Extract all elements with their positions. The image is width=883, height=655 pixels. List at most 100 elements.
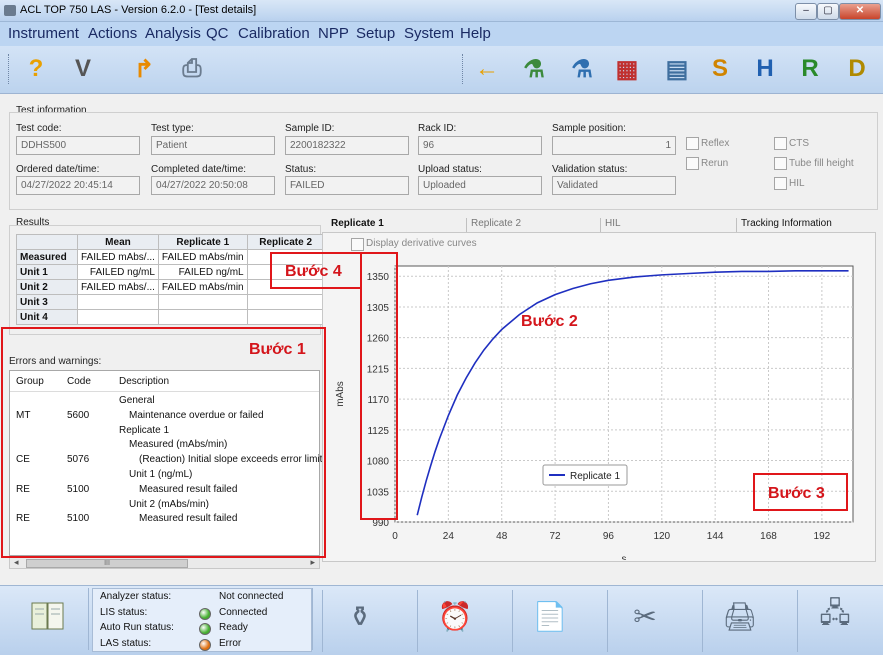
tab-replicate-1[interactable]: Replicate 1 <box>327 218 384 233</box>
row-label: Unit 3 <box>16 294 78 310</box>
label-validation-status: Validation status: <box>552 164 628 175</box>
x-tick-label: 192 <box>814 531 831 542</box>
table-row[interactable]: Unit 4 <box>16 309 325 325</box>
validate-icon[interactable]: V <box>66 52 100 86</box>
status-separator <box>312 588 313 650</box>
status-value: Not connected <box>219 591 284 602</box>
tab-tracking-information[interactable]: Tracking Information <box>736 218 832 233</box>
x-tick-label: 96 <box>603 531 615 542</box>
redo-arrow-icon[interactable]: ↱ <box>127 52 161 86</box>
menu-actions[interactable]: Actions <box>88 25 137 42</box>
results-header-replicate-1[interactable]: Replicate 1 <box>157 234 248 250</box>
checkbox-display-derivative-label: Display derivative curves <box>366 238 477 249</box>
field-sample-id[interactable]: 2200182322 <box>285 136 409 155</box>
d-tube-icon[interactable]: D <box>840 52 874 86</box>
status-led-icon <box>199 638 211 651</box>
x-tick-label: 144 <box>707 531 724 542</box>
x-tick-label: 24 <box>443 531 455 542</box>
menu-setup[interactable]: Setup <box>356 25 395 42</box>
menu-qc[interactable]: QC <box>206 25 229 42</box>
graph-icon[interactable]: ▦ <box>610 52 644 86</box>
results-header-row: Mean Replicate 1 Replicate 2 <box>16 234 325 250</box>
annotation-box-y-axis <box>360 252 398 520</box>
printer-icon[interactable]: ⎙ <box>175 52 209 86</box>
status-separator <box>797 590 798 652</box>
reaction-curve-chart: 0 24 48 72 96 120 144 168 1929901035108011251170… <box>335 265 854 560</box>
results-header-mean[interactable]: Mean <box>77 234 159 250</box>
checkbox-cts-label: CTS <box>789 138 809 149</box>
printer-tray-icon[interactable]: 🖨 <box>720 596 760 636</box>
status-separator <box>607 590 608 652</box>
status-value: Error <box>219 637 242 649</box>
menu-help[interactable]: Help <box>460 25 491 42</box>
field-sample-position[interactable]: 1 <box>552 136 676 155</box>
tab-hil[interactable]: HIL <box>600 218 621 233</box>
checkbox-hil[interactable] <box>774 177 787 190</box>
checkbox-reflex[interactable] <box>686 137 699 150</box>
close-button[interactable]: ✕ <box>839 3 881 20</box>
cell-replicate-1: FAILED mAbs/min <box>157 279 248 295</box>
status-value: Ready <box>219 622 248 633</box>
help-icon[interactable]: ? <box>19 52 53 86</box>
label-test-code: Test code: <box>16 123 62 134</box>
annotation-box-step-1 <box>1 327 326 558</box>
report-sheet-icon[interactable]: 📄 <box>530 596 570 636</box>
restore-button[interactable]: ▢ <box>817 3 839 20</box>
r-tube-icon[interactable]: R <box>793 52 827 86</box>
status-label: Auto Run status: <box>100 622 174 633</box>
rerun-sample-icon[interactable]: ⚗ <box>565 52 599 86</box>
cell-mean: FAILED mAbs/... <box>77 279 159 295</box>
label-ordered-datetime: Ordered date/time: <box>16 164 100 175</box>
reagent-bottle-icon[interactable]: ⚱ <box>340 596 380 636</box>
scroll-thumb[interactable]: III <box>26 559 188 568</box>
status-separator <box>417 590 418 652</box>
maintenance-alarm-icon[interactable]: ⏰ <box>435 596 475 636</box>
network-computer-icon[interactable]: 🖧 <box>815 596 855 636</box>
field-test-code[interactable]: DDHS500 <box>16 136 140 155</box>
label-rack-id: Rack ID: <box>418 123 457 134</box>
annotation-step-2: Bước 2 <box>521 313 578 330</box>
menu-system[interactable]: System <box>404 25 454 42</box>
field-status[interactable]: FAILED <box>285 176 409 195</box>
cell-mean <box>77 309 159 325</box>
tools-icon[interactable]: ✂ <box>625 596 665 636</box>
label-status: Status: <box>285 164 317 175</box>
status-separator <box>322 590 323 652</box>
results-header-replicate-2[interactable]: Replicate 2 <box>246 234 325 250</box>
toolbar-grip <box>8 54 10 84</box>
menu-calibration[interactable]: Calibration <box>238 25 310 42</box>
row-label: Unit 1 <box>16 264 78 280</box>
field-validation-status[interactable]: Validated <box>552 176 676 195</box>
checkbox-reflex-label: Reflex <box>701 138 730 149</box>
cell-replicate-1: FAILED mAbs/min <box>157 249 248 265</box>
label-completed-datetime: Completed date/time: <box>151 164 247 175</box>
field-rack-id[interactable]: 96 <box>418 136 542 155</box>
menu-instrument[interactable]: Instrument <box>8 25 79 42</box>
field-upload-status[interactable]: Uploaded <box>418 176 542 195</box>
field-test-type[interactable]: Patient <box>151 136 275 155</box>
table-row[interactable]: Unit 3 <box>16 294 325 310</box>
minimize-button[interactable]: – <box>795 3 817 20</box>
menu-bar: Instrument Actions Analysis QC Calibrati… <box>0 22 883 46</box>
s-tube-icon[interactable]: S <box>703 52 737 86</box>
status-led-icon <box>199 607 211 620</box>
checkbox-tube-fill-height[interactable] <box>774 157 787 170</box>
cell-replicate-1 <box>157 309 248 325</box>
checkbox-rerun[interactable] <box>686 157 699 170</box>
tab-replicate-2[interactable]: Replicate 2 <box>466 218 521 233</box>
manual-book-icon[interactable] <box>28 596 68 636</box>
field-completed-datetime[interactable]: 04/27/2022 20:50:08 <box>151 176 275 195</box>
checkbox-cts[interactable] <box>774 137 787 150</box>
report-icon[interactable]: ▤ <box>660 52 694 86</box>
field-ordered-datetime[interactable]: 04/27/2022 20:45:14 <box>16 176 140 195</box>
status-led-icon <box>199 623 211 635</box>
cell-mean: FAILED mAbs/... <box>77 249 159 265</box>
h-tube-icon[interactable]: H <box>748 52 782 86</box>
status-separator <box>702 590 703 652</box>
back-arrow-icon[interactable]: ← <box>470 52 504 86</box>
scroll-right-arrow-icon[interactable]: ▸ <box>310 557 315 568</box>
menu-npp[interactable]: NPP <box>318 25 349 42</box>
menu-analysis[interactable]: Analysis <box>145 25 201 42</box>
scroll-left-arrow-icon[interactable]: ◂ <box>14 557 19 568</box>
rerun-icon[interactable]: ⚗ <box>517 52 551 86</box>
